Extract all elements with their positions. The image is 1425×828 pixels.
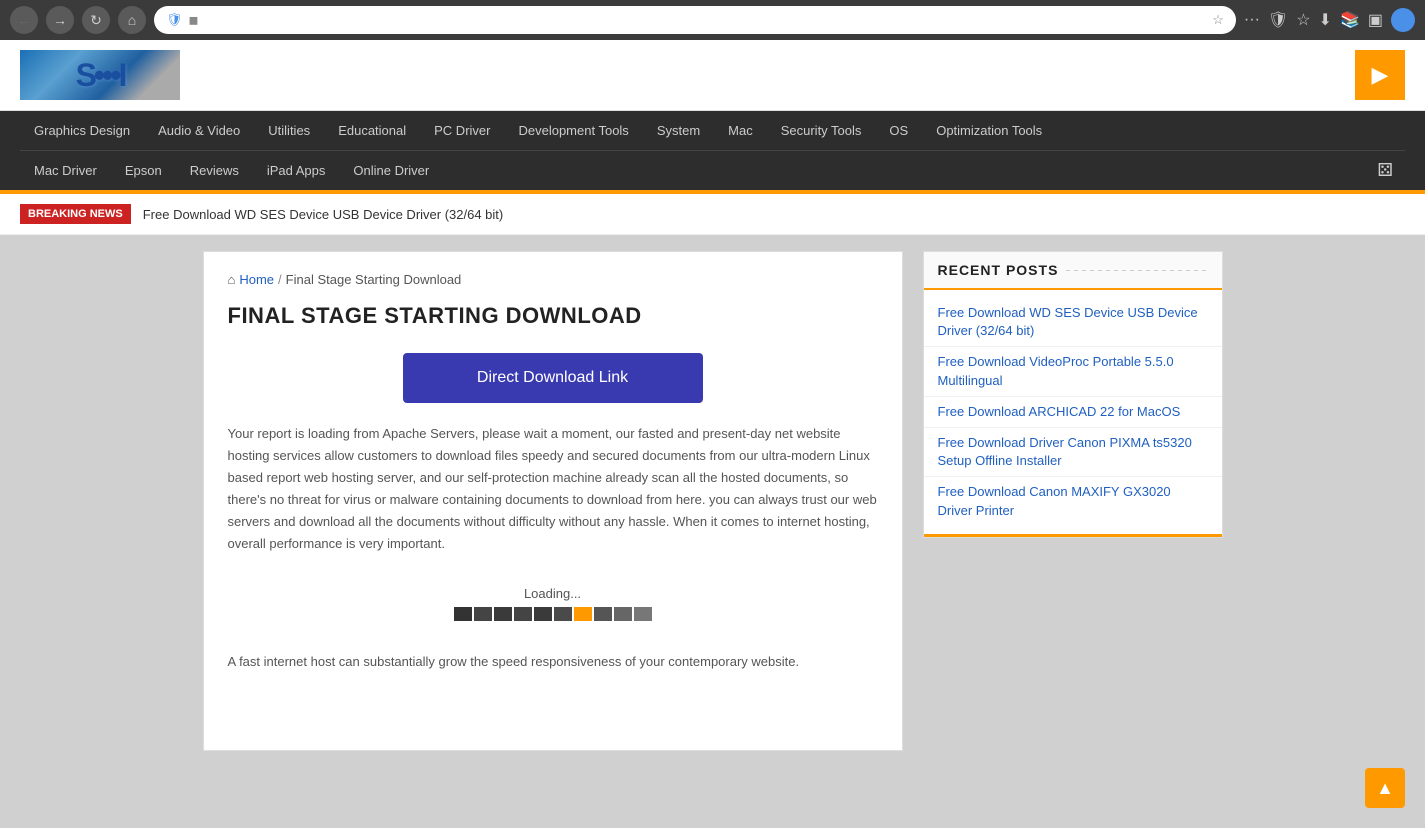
nav-item-ipad-apps[interactable]: iPad Apps <box>253 151 340 190</box>
breadcrumb: ⌂ Home / Final Stage Starting Download <box>228 272 878 287</box>
nav-item-mac-driver[interactable]: Mac Driver <box>20 151 111 190</box>
content-area: ⌂ Home / Final Stage Starting Download F… <box>193 251 1233 751</box>
nav-item-online-driver[interactable]: Online Driver <box>339 151 443 190</box>
nav-item-graphics-design[interactable]: Graphics Design <box>20 111 144 150</box>
site-header: S•••I ▶ <box>0 40 1425 111</box>
loading-bar-segment <box>474 607 492 621</box>
loading-bar-segment <box>594 607 612 621</box>
forward-button[interactable]: → <box>46 6 74 34</box>
nav-item-development-tools[interactable]: Development Tools <box>504 111 642 150</box>
bookmark-icon[interactable]: ☆ <box>1212 12 1224 28</box>
scroll-to-top-button[interactable]: ▲ <box>1365 768 1405 808</box>
main-panel: ⌂ Home / Final Stage Starting Download F… <box>203 251 903 751</box>
loading-bar-segment <box>534 607 552 621</box>
nav-item-security-tools[interactable]: Security Tools <box>767 111 876 150</box>
browser-toolbar: ← → ↻ ⌂ 🛡 ◼ final-stage/#https://uploadr… <box>0 0 1425 40</box>
download-icon[interactable]: ⬇ <box>1319 10 1332 30</box>
sidebar-post-link[interactable]: Free Download VideoProc Portable 5.5.0 M… <box>938 354 1174 387</box>
back-button[interactable]: ← <box>10 6 38 34</box>
loading-bar-segment <box>614 607 632 621</box>
breaking-news-bar: Breaking News Free Download WD SES Devic… <box>0 194 1425 235</box>
sidebar-post-item: Free Download Canon MAXIFY GX3020 Driver… <box>924 477 1222 525</box>
nav-item-reviews[interactable]: Reviews <box>176 151 253 190</box>
sidebar-post-link[interactable]: Free Download Driver Canon PIXMA ts5320 … <box>938 435 1192 468</box>
sidebar-recent-posts: Recent Posts Free Download WD SES Device… <box>923 251 1223 538</box>
sidebar-posts-list: Free Download WD SES Device USB Device D… <box>924 290 1222 534</box>
ad-icon: ▶ <box>1372 62 1389 88</box>
sidebar: Recent Posts Free Download WD SES Device… <box>923 251 1223 751</box>
sidebar-post-item: Free Download ARCHICAD 22 for MacOS <box>924 397 1222 428</box>
sidebar-post-link[interactable]: Free Download Canon MAXIFY GX3020 Driver… <box>938 484 1171 517</box>
home-button[interactable]: ⌂ <box>118 6 146 34</box>
nav-row-2-links: Mac Driver Epson Reviews iPad Apps Onlin… <box>20 151 443 190</box>
nav-item-mac[interactable]: Mac <box>714 111 767 150</box>
header-advertisement: ▶ <box>1355 50 1405 100</box>
sidebar-post-item: Free Download WD SES Device USB Device D… <box>924 298 1222 347</box>
loading-bar <box>454 607 652 621</box>
address-bar[interactable]: 🛡 ◼ final-stage/#https://uploadrar.com/u… <box>154 6 1236 34</box>
breaking-news-text: Free Download WD SES Device USB Device D… <box>143 207 504 222</box>
breadcrumb-current: Final Stage Starting Download <box>286 272 462 287</box>
loading-section: Loading... <box>228 586 878 621</box>
star-icon[interactable]: ☆ <box>1296 10 1310 30</box>
direct-download-button[interactable]: Direct Download Link <box>403 353 703 403</box>
loading-text: Loading... <box>524 586 581 601</box>
reload-button[interactable]: ↻ <box>82 6 110 34</box>
loading-bar-segment <box>514 607 532 621</box>
loading-bar-segment <box>574 607 592 621</box>
nav-item-educational[interactable]: Educational <box>324 111 420 150</box>
sidebar-post-link[interactable]: Free Download WD SES Device USB Device D… <box>938 305 1198 338</box>
nav-item-os[interactable]: OS <box>875 111 922 150</box>
sidebar-post-item: Free Download VideoProc Portable 5.5.0 M… <box>924 347 1222 396</box>
library-icon[interactable]: 📚 <box>1340 10 1360 30</box>
security-shield-icon: 🛡 <box>166 12 183 28</box>
nav-item-audio-video[interactable]: Audio & Video <box>144 111 254 150</box>
url-input[interactable]: final-stage/#https://uploadrar.com/u40y2… <box>204 13 1206 28</box>
nav-row-1: Graphics Design Audio & Video Utilities … <box>20 111 1405 150</box>
article-footer-text: A fast internet host can substantially g… <box>228 651 878 673</box>
logo-area: S•••I <box>20 50 180 100</box>
breadcrumb-home[interactable]: Home <box>239 272 274 287</box>
menu-dots-icon[interactable]: ··· <box>1244 11 1260 29</box>
nav-item-epson[interactable]: Epson <box>111 151 176 190</box>
shuffle-button[interactable]: ⚄ <box>1365 152 1405 189</box>
main-navigation: Graphics Design Audio & Video Utilities … <box>0 111 1425 190</box>
nav-item-utilities[interactable]: Utilities <box>254 111 324 150</box>
page-wrapper: S•••I ▶ Graphics Design Audio & Video Ut… <box>0 40 1425 828</box>
sidebar-orange-bar <box>924 534 1222 537</box>
breaking-news-badge: Breaking News <box>20 204 131 224</box>
home-icon: ⌂ <box>228 272 236 287</box>
loading-bar-segment <box>554 607 572 621</box>
breadcrumb-separator: / <box>278 272 282 287</box>
split-view-icon[interactable]: ▣ <box>1368 10 1383 30</box>
nav-item-system[interactable]: System <box>643 111 714 150</box>
browser-action-icons: ··· 🛡 ☆ ⬇ 📚 ▣ <box>1244 8 1415 32</box>
sidebar-post-link[interactable]: Free Download ARCHICAD 22 for MacOS <box>938 404 1181 419</box>
download-button-wrapper: Direct Download Link <box>228 353 878 403</box>
site-logo: S•••I <box>20 50 180 100</box>
article-body: Your report is loading from Apache Serve… <box>228 423 878 556</box>
loading-bar-segment <box>494 607 512 621</box>
shield-check-icon[interactable]: 🛡 <box>1268 10 1288 30</box>
user-avatar[interactable] <box>1391 8 1415 32</box>
sidebar-post-item: Free Download Driver Canon PIXMA ts5320 … <box>924 428 1222 477</box>
nav-item-optimization-tools[interactable]: Optimization Tools <box>922 111 1056 150</box>
sidebar-recent-posts-title: Recent Posts <box>924 252 1222 290</box>
loading-bar-segment <box>634 607 652 621</box>
nav-item-pc-driver[interactable]: PC Driver <box>420 111 504 150</box>
article-title: Final Stage Starting Download <box>228 303 878 329</box>
page-icon: ◼ <box>189 13 199 27</box>
loading-bar-segment <box>454 607 472 621</box>
nav-row-2: Mac Driver Epson Reviews iPad Apps Onlin… <box>20 151 1405 190</box>
